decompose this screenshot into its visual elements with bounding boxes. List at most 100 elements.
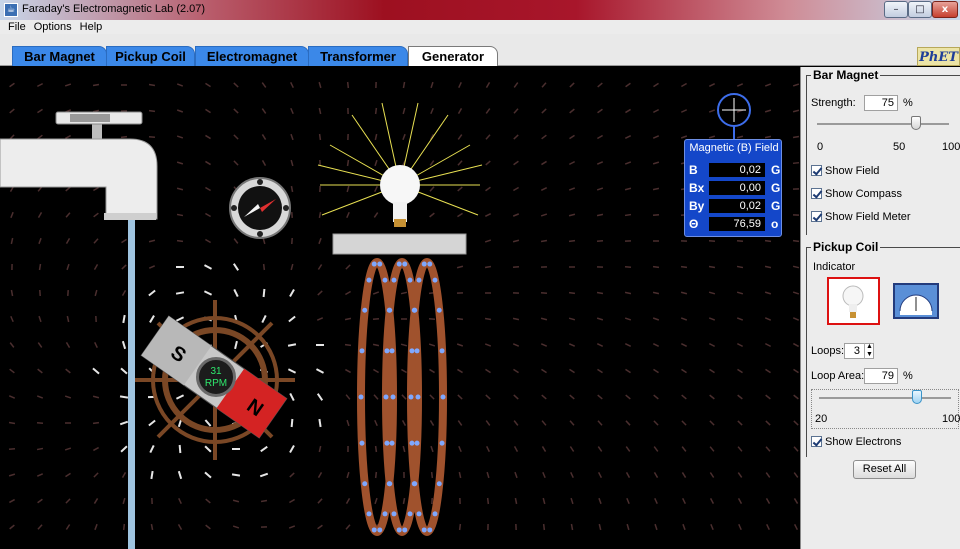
field-arrow <box>346 211 350 219</box>
maximize-button[interactable]: □ <box>908 1 932 18</box>
reset-all-button[interactable]: Reset All <box>853 460 916 479</box>
strength-slider-track[interactable] <box>817 123 949 125</box>
field-arrow <box>429 186 435 192</box>
show-field-meter-checkbox[interactable]: Show Field Meter <box>811 211 911 225</box>
loop-area-slider[interactable] <box>811 389 959 429</box>
field-arrow <box>232 263 240 271</box>
menu-help[interactable]: Help <box>75 20 106 34</box>
field-arrow <box>233 238 239 244</box>
simulation-canvas[interactable]: S N 31 RPM Magnetic (B) Field B 0,02 G B… <box>0 67 800 549</box>
faucet[interactable] <box>0 111 158 549</box>
field-arrow <box>570 523 574 531</box>
electron <box>407 277 413 283</box>
loop-area-slider-thumb[interactable] <box>911 390 922 404</box>
tab-electromagnet[interactable]: Electromagnet <box>195 46 309 66</box>
strength-slider-thumb[interactable] <box>911 116 921 130</box>
electron <box>427 261 433 267</box>
field-arrow <box>457 186 463 192</box>
field-arrow <box>709 446 715 452</box>
show-compass-checkbox[interactable]: Show Compass <box>811 188 902 202</box>
field-arrow <box>290 418 294 428</box>
field-arrow <box>512 265 520 269</box>
strength-input[interactable]: 75 <box>864 95 898 111</box>
field-arrow <box>709 420 715 426</box>
field-arrow <box>764 109 772 113</box>
close-button[interactable]: x <box>932 1 958 18</box>
field-arrow <box>176 187 184 191</box>
menu-options[interactable]: Options <box>29 20 75 34</box>
field-arrow <box>792 291 800 295</box>
electron <box>412 307 418 313</box>
field-arrow <box>262 263 266 271</box>
window-title: Faraday's Electromagnetic Lab (2.07) <box>22 3 206 15</box>
field-arrow <box>597 420 603 426</box>
field-arrow <box>374 497 378 505</box>
field-arrow <box>708 265 716 269</box>
loop-area-input[interactable]: 79 <box>864 368 898 384</box>
field-arrow <box>65 212 71 218</box>
tab-transformer[interactable]: Transformer <box>308 46 408 66</box>
field-arrow <box>374 159 378 167</box>
minimize-button[interactable]: – <box>884 1 908 18</box>
show-field-checkbox[interactable]: Show Field <box>811 165 879 179</box>
electron <box>432 511 438 517</box>
field-arrow <box>175 394 185 400</box>
field-arrow <box>318 237 322 245</box>
field-arrow <box>346 419 350 427</box>
field-arrow <box>513 134 519 140</box>
field-arrow <box>205 108 211 114</box>
field-arrow <box>150 523 154 531</box>
tab-generator[interactable]: Generator <box>408 46 498 66</box>
field-arrow <box>485 368 491 374</box>
compass[interactable] <box>229 177 291 239</box>
field-arrow <box>625 420 631 426</box>
field-arrow <box>766 523 770 531</box>
field-arrow <box>765 498 771 504</box>
field-arrow <box>148 419 156 427</box>
loops-spinner-arrows[interactable]: ▲ ▼ <box>864 343 874 359</box>
field-arrow <box>764 239 772 243</box>
field-arrow <box>204 471 212 479</box>
field-arrow <box>568 213 576 217</box>
menu-file[interactable]: File <box>0 20 29 34</box>
field-arrow <box>458 471 462 479</box>
electron <box>421 527 427 533</box>
loop-area-slider-track[interactable] <box>819 397 951 399</box>
field-arrow <box>402 445 406 453</box>
electron <box>371 527 377 533</box>
checkbox-checked-icon <box>811 436 822 447</box>
field-arrow <box>598 497 602 505</box>
indicator-lightbulb-option[interactable] <box>827 277 880 325</box>
field-arrow <box>681 420 687 426</box>
field-arrow <box>9 342 15 348</box>
field-arrow <box>764 265 772 269</box>
field-arrow <box>736 291 744 295</box>
field-arrow <box>288 315 296 323</box>
field-arrow <box>457 108 463 114</box>
field-arrow <box>290 263 294 271</box>
field-arrow <box>65 134 71 140</box>
field-arrow <box>597 108 603 114</box>
field-arrow <box>38 315 42 323</box>
tab-bar-magnet[interactable]: Bar Magnet <box>12 46 107 66</box>
field-arrow <box>37 134 43 140</box>
field-arrow <box>429 160 435 166</box>
field-arrow <box>205 186 211 192</box>
field-arrow <box>148 265 156 269</box>
window-titlebar: ☕ Faraday's Electromagnetic Lab (2.07) –… <box>0 0 960 20</box>
tab-pickup-coil[interactable]: Pickup Coil <box>106 46 195 66</box>
show-electrons-checkbox[interactable]: Show Electrons <box>811 436 901 450</box>
field-arrow <box>484 265 492 269</box>
pickup-coil[interactable] <box>357 258 447 536</box>
electron <box>362 481 368 487</box>
field-meter-probe[interactable] <box>717 93 751 139</box>
field-arrow <box>149 315 155 323</box>
meter-label-by: By <box>689 199 705 213</box>
light-bulb <box>332 165 467 255</box>
field-meter[interactable]: Magnetic (B) Field B 0,02 G Bx 0,00 G By… <box>684 139 782 237</box>
field-arrow <box>233 82 239 88</box>
field-arrow <box>514 497 518 505</box>
field-arrow <box>709 497 715 505</box>
field-arrow <box>8 395 16 399</box>
indicator-voltmeter-option[interactable] <box>893 283 939 319</box>
